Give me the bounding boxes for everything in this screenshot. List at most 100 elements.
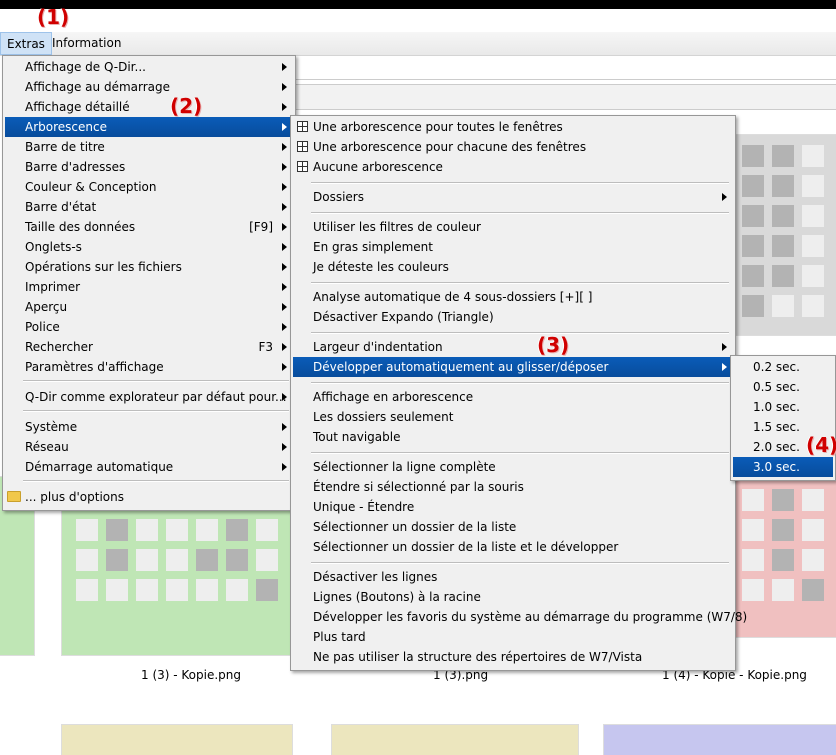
menu-item-barre-de-titre[interactable]: Barre de titre — [5, 137, 293, 157]
menu-item-largeur-d-indentation[interactable]: Largeur d'indentation — [293, 337, 733, 357]
menu-item-onglets-s[interactable]: Onglets-s — [5, 237, 293, 257]
menu-item-plus-tard[interactable]: Plus tard — [293, 627, 733, 647]
submenu-arrow-icon — [282, 83, 287, 91]
menu-item-desactiver-expando-triangle[interactable]: Désactiver Expando (Triangle) — [293, 307, 733, 327]
menu-separator — [23, 480, 289, 482]
menu-item-demarrage-automatique[interactable]: Démarrage automatique — [5, 457, 293, 477]
menu-item-label: Étendre si sélectionné par la souris — [313, 480, 524, 494]
submenu-arrow-icon — [282, 363, 287, 371]
menu-item-barre-d-adresses[interactable]: Barre d'adresses — [5, 157, 293, 177]
toolbar-strip — [290, 84, 836, 110]
thumbnail-cell — [76, 549, 98, 571]
submenu-arrow-icon — [282, 103, 287, 111]
menu-item-parametres-d-affichage[interactable]: Paramètres d'affichage — [5, 357, 293, 377]
menu-item-q-dir-comme-explorateur-par-defaut-pour[interactable]: Q-Dir comme explorateur par défaut pour.… — [5, 387, 293, 407]
extras-menu: Affichage de Q-Dir... Affichage au démarr… — [2, 55, 296, 511]
menu-item-taille-des-donnees[interactable]: Taille des données [F9] — [5, 217, 293, 237]
menu-item-label: Aperçu — [25, 300, 68, 314]
menu-item-label: Dossiers — [313, 190, 364, 204]
menu-item-etendre-si-selectionne-par-la-souris[interactable]: Étendre si sélectionné par la souris — [293, 477, 733, 497]
menu-item-label: Désactiver les lignes — [313, 570, 438, 584]
thumbnail-cell — [772, 175, 794, 197]
menu-item-label: Rechercher — [25, 340, 93, 354]
menu-item-une-arborescence-pour-chacune-des-fenetres[interactable]: Une arborescence pour chacune des fenêtr… — [293, 137, 733, 157]
menu-item-barre-d-etat[interactable]: Barre d'état — [5, 197, 293, 217]
menu-item-label: Affichage en arborescence — [313, 390, 474, 404]
menu-item-ne-pas-utiliser-la-structure-des-repertoires-de-w7-vista[interactable]: Ne pas utiliser la structure des réperto… — [293, 647, 733, 667]
menu-item-label: Utiliser les filtres de couleur — [313, 220, 481, 234]
thumbnail-cell — [226, 519, 248, 541]
menu-item-label: Imprimer — [25, 280, 81, 294]
menu-item-imprimer[interactable]: Imprimer — [5, 277, 293, 297]
submenu-arrow-icon — [282, 263, 287, 271]
menu-item-label: 2.0 sec. — [753, 440, 800, 454]
menu-extras[interactable]: Extras — [0, 32, 52, 55]
thumbnail-cell — [742, 175, 764, 197]
menu-item-label: Développer automatiquement au glisser/dé… — [313, 360, 609, 374]
menu-item-couleur-conception[interactable]: Couleur & Conception — [5, 177, 293, 197]
menu-item-en-gras-simplement[interactable]: En gras simplement — [293, 237, 733, 257]
menu-item-3-0-sec[interactable]: 3.0 sec. — [733, 457, 833, 477]
menu-item-je-deteste-les-couleurs[interactable]: Je déteste les couleurs — [293, 257, 733, 277]
thumbnail-cell — [802, 265, 824, 287]
menu-item-label: Sélectionner un dossier de la liste et l… — [313, 540, 619, 554]
tree-submenu: Une arborescence pour toutes le fenêtres… — [290, 115, 747, 671]
menu-item-affichage-en-arborescence[interactable]: Affichage en arborescence — [293, 387, 733, 407]
menu-item-label: Police — [25, 320, 60, 334]
menu-item-label: 1.0 sec. — [753, 400, 800, 414]
thumbnail-label[interactable]: 1 (3) - Kopie.png — [141, 668, 241, 682]
menu-item-developper-les-favoris-du-systeme-au-demarrage-du-programme-w7-8[interactable]: Développer les favoris du système au dém… — [293, 607, 747, 627]
menu-item-selectionner-un-dossier-de-la-liste-et-le-developper[interactable]: Sélectionner un dossier de la liste et l… — [293, 537, 733, 557]
menu-item-lignes-boutons-a-la-racine[interactable]: Lignes (Boutons) à la racine — [293, 587, 733, 607]
menu-item-plus-d-options[interactable]: ... plus d'options — [5, 487, 293, 507]
menu-item-label: Affichage au démarrage — [25, 80, 171, 94]
menu-item-selectionner-la-ligne-complete[interactable]: Sélectionner la ligne complète — [293, 457, 733, 477]
thumbnail-image[interactable] — [604, 725, 836, 755]
submenu-arrow-icon — [282, 283, 287, 291]
menu-item-rechercher[interactable]: Rechercher F3 — [5, 337, 293, 357]
menu-item-affichage-detaille[interactable]: Affichage détaillé — [5, 97, 293, 117]
menu-item-systeme[interactable]: Système — [5, 417, 293, 437]
submenu-arrow-icon — [282, 143, 287, 151]
thumbnail-cell — [742, 205, 764, 227]
menu-item-analyse-automatique-de-4-sous-dossiers[interactable]: Analyse automatique de 4 sous-dossiers [… — [293, 287, 733, 307]
menu-item-reseau[interactable]: Réseau — [5, 437, 293, 457]
menu-item-unique-etendre[interactable]: Unique - Étendre — [293, 497, 733, 517]
menu-item-desactiver-les-lignes[interactable]: Désactiver les lignes — [293, 567, 733, 587]
menu-item-1-0-sec[interactable]: 1.0 sec. — [733, 397, 833, 417]
menu-item-police[interactable]: Police — [5, 317, 293, 337]
menu-item-selectionner-un-dossier-de-la-liste[interactable]: Sélectionner un dossier de la liste — [293, 517, 733, 537]
menu-item-dossiers[interactable]: Dossiers — [293, 187, 733, 207]
thumbnail-image[interactable] — [332, 725, 578, 755]
thumbnail-cell — [256, 549, 278, 571]
thumbnail-cell — [256, 579, 278, 601]
menu-item-les-dossiers-seulement[interactable]: Les dossiers seulement — [293, 407, 733, 427]
menu-item-une-arborescence-pour-toutes-le-fenetres[interactable]: Une arborescence pour toutes le fenêtres — [293, 117, 733, 137]
menu-item-utiliser-les-filtres-de-couleur[interactable]: Utiliser les filtres de couleur — [293, 217, 733, 237]
submenu-arrow-icon — [282, 423, 287, 431]
menu-item-developper-automatiquement-au-glisser-deposer[interactable]: Développer automatiquement au glisser/dé… — [293, 357, 733, 377]
menu-item-label: Opérations sur les fichiers — [25, 260, 182, 274]
menu-item-operations-sur-les-fichiers[interactable]: Opérations sur les fichiers — [5, 257, 293, 277]
menu-item-label: ... plus d'options — [25, 490, 124, 504]
menu-item-label: Barre de titre — [25, 140, 105, 154]
menu-item-aucune-arborescence[interactable]: Aucune arborescence — [293, 157, 733, 177]
thumbnail-cell — [166, 549, 188, 571]
menu-item-0-2-sec[interactable]: 0.2 sec. — [733, 357, 833, 377]
menu-item-label: Unique - Étendre — [313, 500, 415, 514]
menu-item-tout-navigable[interactable]: Tout navigable — [293, 427, 733, 447]
menu-item-label: Affichage de Q-Dir... — [25, 60, 146, 74]
menu-separator — [23, 380, 289, 382]
menu-item-affichage-au-demarrage[interactable]: Affichage au démarrage — [5, 77, 293, 97]
thumbnail-image[interactable] — [62, 725, 292, 755]
menu-item-0-5-sec[interactable]: 0.5 sec. — [733, 377, 833, 397]
menu-separator — [311, 452, 729, 454]
thumbnail-cell — [136, 519, 158, 541]
menu-item-affichage-de-q-dir[interactable]: Affichage de Q-Dir... — [5, 57, 293, 77]
menu-item-apercu[interactable]: Aperçu — [5, 297, 293, 317]
submenu-arrow-icon — [282, 123, 287, 131]
thumbnail-cell — [106, 579, 128, 601]
menu-information[interactable]: Information — [46, 32, 127, 55]
menu-item-arborescence[interactable]: Arborescence — [5, 117, 293, 137]
menu-item-label: Analyse automatique de 4 sous-dossiers [… — [313, 290, 593, 304]
